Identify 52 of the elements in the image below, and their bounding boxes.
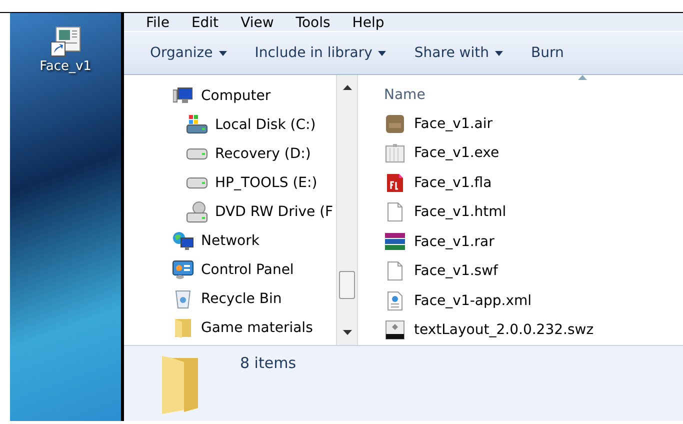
navigation-item[interactable]: Recovery (D:) [215,146,311,162]
toolbar-button[interactable]: Burn [522,41,572,65]
application-icon [385,143,405,164]
scroll-down-icon[interactable] [342,330,352,335]
navigation-item[interactable]: HP_TOOLS (E:) [215,174,318,190]
toolbar-button[interactable]: Share with [406,41,511,65]
item-count: 8 items [240,354,296,374]
disc-drive-icon [186,200,208,222]
flash-document-icon [385,172,405,193]
menu-item[interactable]: View [240,15,274,31]
document-icon [387,261,403,282]
file-icon [385,320,405,340]
toolbar-button[interactable]: Include in library [246,41,394,65]
navigation-item[interactable]: Game materials [201,320,313,336]
stacked-books-icon [384,232,406,252]
scroll-up-icon[interactable] [342,85,352,90]
computer-icon [173,86,193,104]
file-name[interactable]: Face_v1-app.xml [414,292,532,309]
menu-item[interactable]: Tools [296,15,330,31]
file-name[interactable]: Face_v1.rar [414,234,494,250]
network-icon [172,230,194,250]
file-name[interactable]: Face_v1.air [414,116,493,132]
file-name[interactable]: Face_v1.html [414,204,506,220]
file-name[interactable]: Face_v1.swf [414,263,498,280]
drive-icon [186,176,208,188]
control-panel-icon [172,260,194,280]
shortcut-icon[interactable] [50,25,82,57]
file-name[interactable]: Face_v1.exe [414,145,500,162]
drive-icon [186,148,208,160]
archive-box-icon [385,114,405,134]
menu-item[interactable]: Edit [191,15,219,31]
menu-item[interactable]: Help [352,15,384,31]
toolbar-button[interactable]: Organize [142,41,235,65]
sort-arrow-icon [578,75,587,80]
recycle-bin-icon [174,288,192,308]
file-name[interactable]: Face_v1.fla [414,174,492,191]
shortcut-label[interactable]: Face_v1 [40,59,92,74]
navigation-item[interactable]: Network [201,232,260,248]
scrollbar[interactable] [336,75,358,345]
scroll-thumb[interactable] [339,271,355,299]
drive-icon [186,114,208,134]
column-header[interactable]: Name [384,87,426,103]
folder-icon [174,318,192,338]
navigation-item[interactable]: Computer [201,88,271,104]
menu-item[interactable]: File [146,15,170,31]
navigation-item[interactable]: Recycle Bin [201,290,282,306]
navigation-item[interactable]: DVD RW Drive (F [215,204,334,220]
navigation-item[interactable]: Local Disk (C:) [215,116,316,132]
document-icon [387,202,403,222]
web-document-icon [387,290,403,311]
navigation-item[interactable]: Control Panel [201,262,294,278]
file-name[interactable]: textLayout_2.0.0.232.swz [414,322,594,338]
